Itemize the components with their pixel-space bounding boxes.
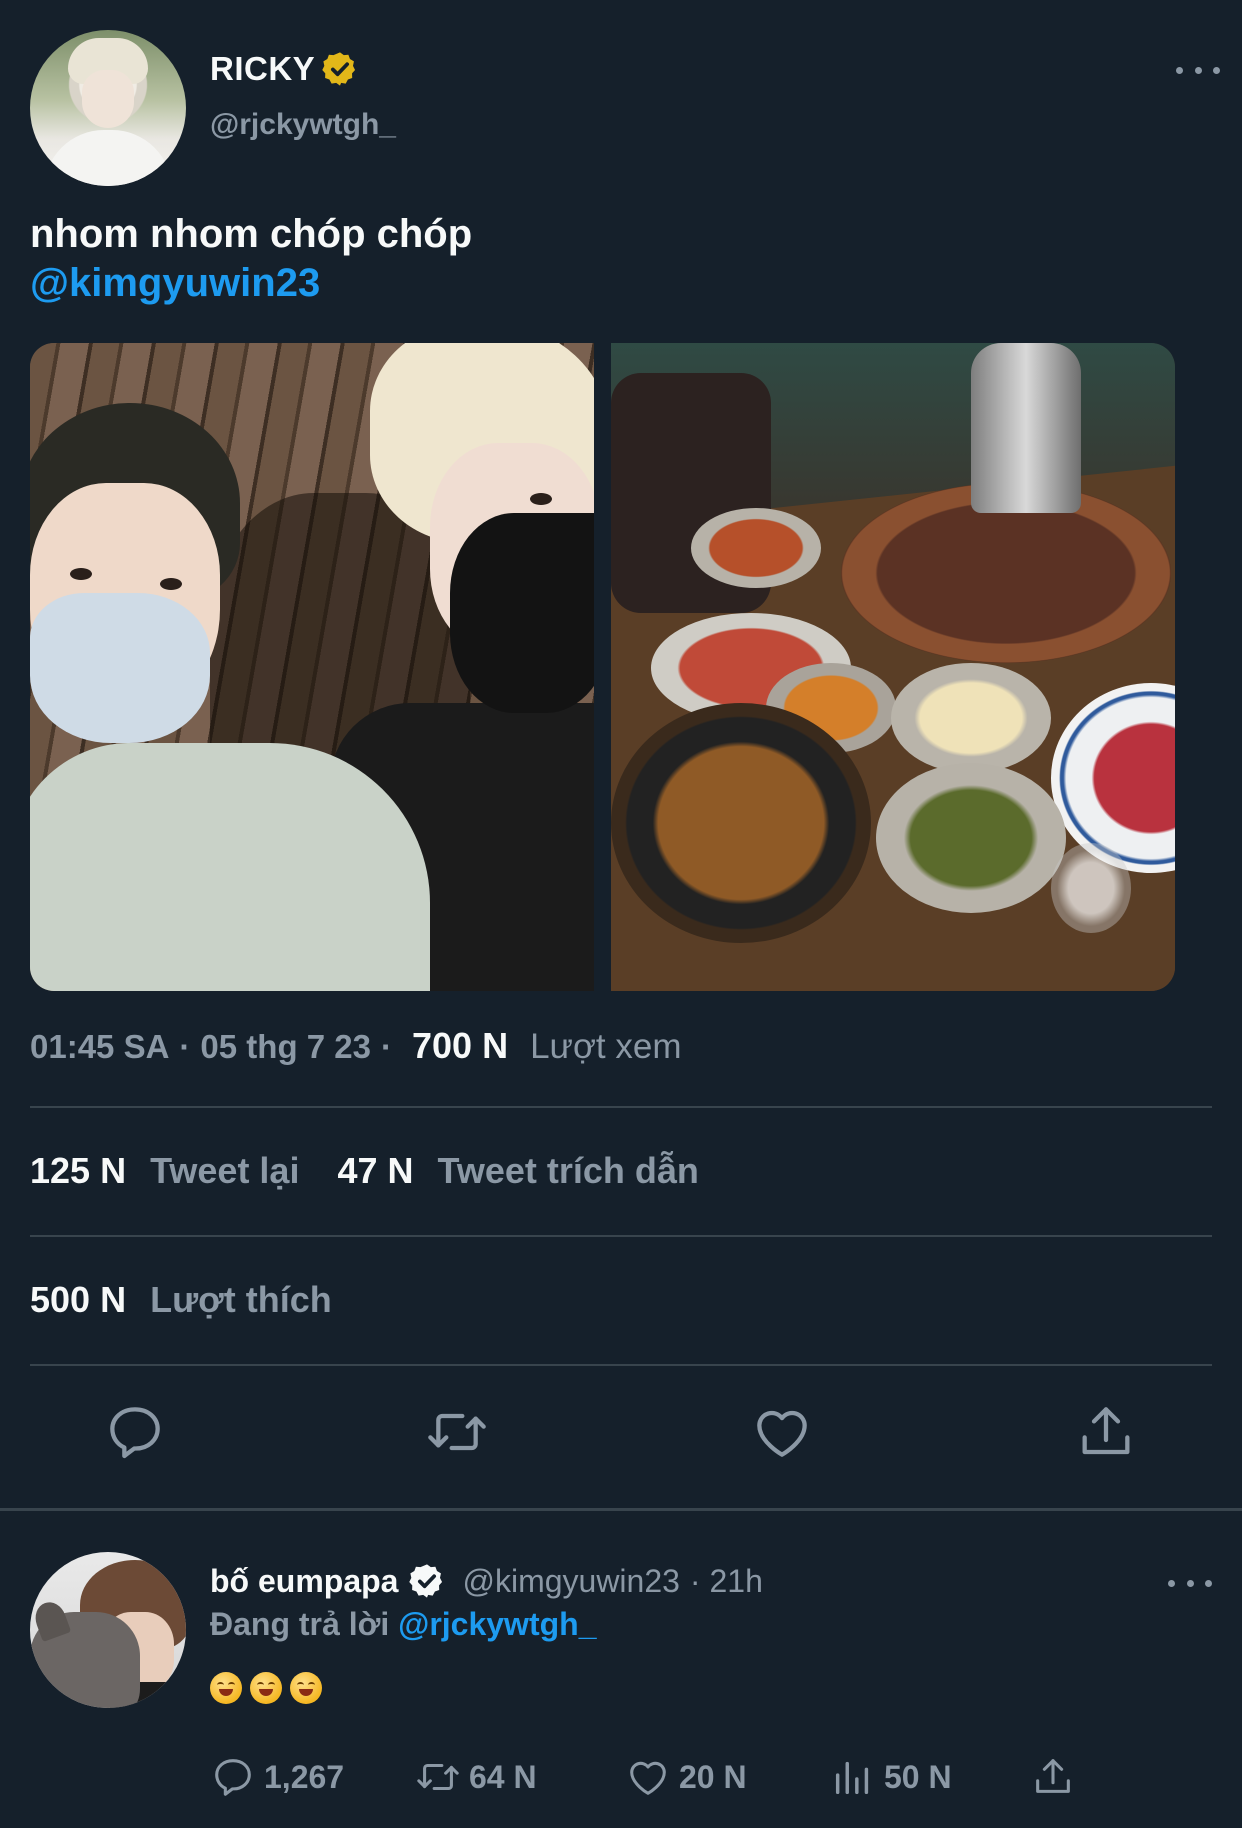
tweet-header: RICKY @rjckywtgh_ [30,30,1220,190]
reply-author-name[interactable]: bố eumpapa [210,1563,398,1600]
author-display-name[interactable]: RICKY [210,50,359,88]
section-divider [0,1508,1242,1511]
quotes-label[interactable]: Tweet trích dẫn [438,1150,699,1192]
reply-reply-button[interactable]: 1,267 [210,1752,344,1802]
reply-text [210,1672,322,1704]
meta-separator: · [179,1028,191,1065]
reply-icon[interactable] [103,1400,167,1464]
tweet-photo-bbq-food[interactable] [611,343,1175,991]
reply-retweet-button[interactable]: 64 N [415,1752,537,1802]
retweet-icon[interactable] [425,1400,489,1464]
tweet-body: nhom nhom chóp chóp @kimgyuwin23 [30,210,472,308]
divider [30,1364,1212,1366]
reply-more-options-icon[interactable] [1168,1573,1212,1593]
tweet-mention-link[interactable]: @kimgyuwin23 [30,259,472,308]
reply-likes-count: 20 N [679,1758,747,1795]
likes-label[interactable]: Lượt thích [150,1279,332,1321]
quotes-count[interactable]: 47 N [337,1150,413,1192]
reply-retweets-count: 64 N [469,1758,537,1795]
author-handle[interactable]: @rjckywtgh_ [210,108,396,142]
tweet-meta: 01:45 SA · 05 thg 7 23 · 700 N Lượt xem [30,1025,682,1067]
reply-like-button[interactable]: 20 N [625,1752,747,1802]
tweet-photo-selfie[interactable] [30,343,594,991]
yum-emoji-icon [290,1672,322,1704]
likes-count[interactable]: 500 N [30,1279,126,1321]
yum-emoji-icon [250,1672,282,1704]
reply-icon [215,1759,251,1796]
analytics-icon [835,1761,869,1795]
reply-author-handle[interactable]: @kimgyuwin23 [462,1563,679,1600]
reply-header: bố eumpapa @kimgyuwin23 · 21h [210,1562,763,1600]
like-icon[interactable] [750,1400,814,1464]
reply-author-avatar[interactable] [30,1552,186,1708]
share-icon[interactable] [1074,1400,1138,1464]
reply-share-button[interactable] [1030,1752,1076,1802]
tweet-action-bar [0,1400,1242,1480]
tweet-text: nhom nhom chóp chóp [30,212,473,256]
divider [30,1106,1212,1108]
views-label: Lượt xem [530,1027,682,1066]
retweets-count[interactable]: 125 N [30,1150,126,1192]
meta-separator: · [381,1028,392,1065]
author-name-text[interactable]: RICKY [210,50,315,88]
like-icon [630,1761,666,1795]
reply-views-button[interactable]: 50 N [830,1752,952,1802]
tweet-detail-page: RICKY @rjckywtgh_ nhom nhom chóp chóp @k… [0,0,1242,1828]
reply-time[interactable]: · 21h [690,1563,763,1600]
divider [30,1235,1212,1237]
tweet-time[interactable]: 01:45 SA [30,1028,169,1066]
views-count: 700 N [412,1025,509,1066]
retweet-icon [417,1763,459,1791]
tweet-date[interactable]: 05 thg 7 23 [200,1028,371,1066]
tweet-media-grid [30,343,1175,991]
replying-to-prefix: Đang trả lời [210,1606,390,1642]
reply-views-count: 50 N [884,1758,952,1795]
verified-gold-badge-icon [322,52,356,86]
retweet-quote-stats: 125 N Tweet lại 47 N Tweet trích dẫn [30,1150,737,1192]
reply-action-bar: 1,267 64 N 20 N 50 N [210,1752,1110,1802]
more-options-icon[interactable] [1176,60,1220,80]
retweets-label[interactable]: Tweet lại [150,1150,299,1192]
yum-emoji-icon [210,1672,242,1704]
replying-to: Đang trả lời @rjckywtgh_ [210,1606,596,1643]
reply-replies-count: 1,267 [264,1758,345,1795]
likes-stats: 500 N Lượt thích [30,1279,370,1321]
replying-to-mention[interactable]: @rjckywtgh_ [398,1606,596,1642]
share-icon [1036,1759,1070,1793]
author-avatar[interactable] [30,30,186,186]
verified-badge-icon [409,1564,443,1598]
